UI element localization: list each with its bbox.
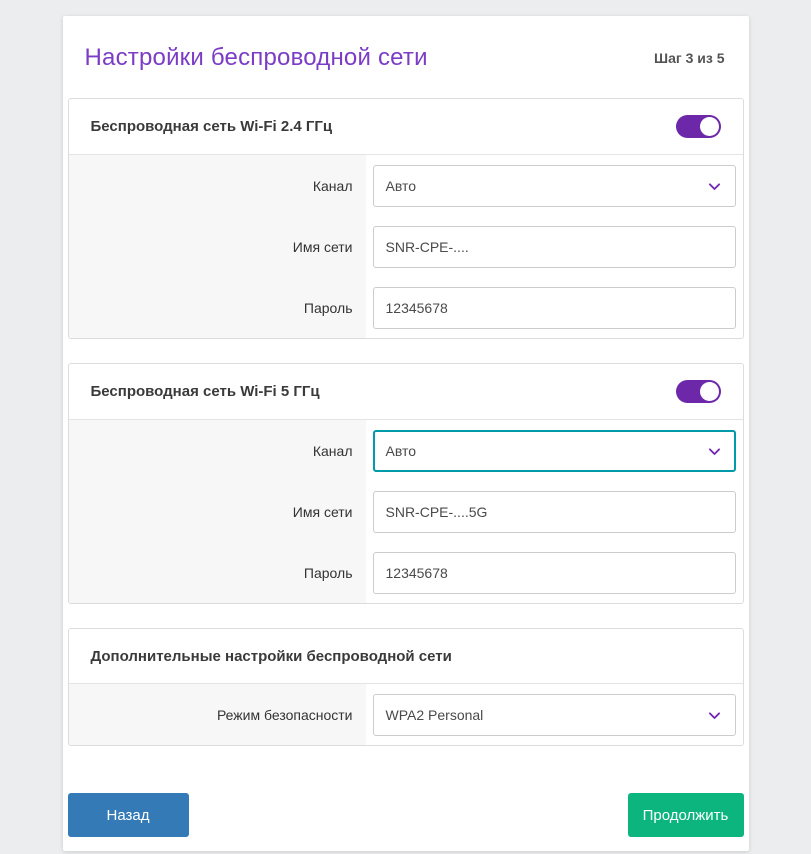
continue-button[interactable]: Продолжить [628,793,744,837]
wifi-24ghz-title: Беспроводная сеть Wi-Fi 2.4 ГГц [91,118,333,135]
field-input-cell [366,542,743,603]
section-wifi-24ghz: Беспроводная сеть Wi-Fi 2.4 ГГц Канал Ав… [68,98,744,339]
form-row: Пароль [69,277,743,338]
field-input-cell: Авто [366,420,743,481]
field-input-cell [366,216,743,277]
chevron-down-icon [706,443,723,460]
chevron-down-icon [706,707,723,724]
sections-container: Беспроводная сеть Wi-Fi 2.4 ГГц Канал Ав… [63,98,749,746]
form-row: Пароль [69,542,743,603]
channel-5-select[interactable]: Авто [373,430,736,472]
field-input-cell: WPA2 Personal [366,684,743,745]
step-indicator: Шаг 3 из 5 [654,50,725,66]
section-wifi-5ghz: Беспроводная сеть Wi-Fi 5 ГГц Канал Авто… [68,363,744,604]
ssid-5-input[interactable] [373,491,736,533]
wifi-5ghz-title: Беспроводная сеть Wi-Fi 5 ГГц [91,383,320,400]
section-advanced-wireless: Дополнительные настройки беспроводной се… [68,628,744,746]
section-header: Дополнительные настройки беспроводной се… [69,629,743,684]
password-24-label: Пароль [69,277,366,338]
form-row: Режим безопасности WPA2 Personal [69,684,743,745]
security-mode-label: Режим безопасности [69,684,366,745]
page-title: Настройки беспроводной сети [85,44,428,72]
toggle-knob [700,382,719,401]
security-mode-selected-value: WPA2 Personal [386,707,484,723]
password-5-input[interactable] [373,552,736,594]
section-rows: Канал Авто Имя сети Пароль [69,420,743,603]
channel-24-select[interactable]: Авто [373,165,736,207]
advanced-wireless-title: Дополнительные настройки беспроводной се… [91,648,452,665]
wizard-card: Настройки беспроводной сети Шаг 3 из 5 Б… [63,16,749,851]
wifi-24ghz-toggle[interactable] [676,115,721,138]
field-input-cell: Авто [366,155,743,216]
form-row: Имя сети [69,481,743,542]
section-header: Беспроводная сеть Wi-Fi 2.4 ГГц [69,99,743,155]
form-row: Канал Авто [69,420,743,481]
password-24-input[interactable] [373,287,736,329]
channel-24-selected-value: Авто [386,178,417,194]
section-rows: Режим безопасности WPA2 Personal [69,684,743,745]
ssid-24-input[interactable] [373,226,736,268]
channel-5-label: Канал [69,420,366,481]
ssid-5-label: Имя сети [69,481,366,542]
channel-5-selected-value: Авто [386,443,417,459]
back-button[interactable]: Назад [68,793,189,837]
chevron-down-icon [706,178,723,195]
form-row: Канал Авто [69,155,743,216]
field-input-cell [366,277,743,338]
ssid-24-label: Имя сети [69,216,366,277]
footer: Назад Продолжить [63,770,749,837]
card-header: Настройки беспроводной сети Шаг 3 из 5 [63,16,749,98]
form-row: Имя сети [69,216,743,277]
field-input-cell [366,481,743,542]
channel-24-label: Канал [69,155,366,216]
section-header: Беспроводная сеть Wi-Fi 5 ГГц [69,364,743,420]
password-5-label: Пароль [69,542,366,603]
toggle-knob [700,117,719,136]
wifi-5ghz-toggle[interactable] [676,380,721,403]
section-rows: Канал Авто Имя сети Пароль [69,155,743,338]
security-mode-select[interactable]: WPA2 Personal [373,694,736,736]
